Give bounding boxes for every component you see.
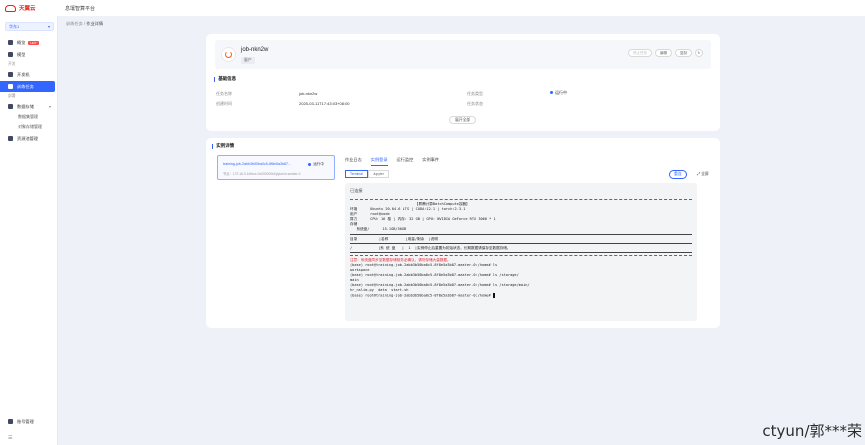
brand-name: 天翼云	[19, 6, 36, 12]
pytorch-icon	[225, 51, 232, 58]
terminal-line: 系统盘/ 15.1GB/50GB	[350, 227, 407, 232]
job-icon	[221, 47, 236, 62]
terminal-divider	[350, 251, 692, 254]
sidebar-group-deploy: 部署	[8, 93, 16, 98]
sidebar-item-label: 数据存储	[17, 103, 34, 109]
dev-machine-icon	[8, 72, 13, 77]
terminal-line: / |系 统 盘 | 1 |实例停止后重置为初始状态，长期数据请保存至数据存储。	[350, 245, 511, 250]
sidebar-item-models[interactable]: 模型	[0, 49, 57, 60]
job-tag: 量产	[241, 57, 255, 64]
sidebar: 华东1 ▾ 概览 HOT 模型 开发 开发机 训练任务 部署 数据存储 ▾ 数据…	[0, 16, 58, 445]
watermark: ctyun/郭***荣	[762, 422, 862, 440]
status-dot	[550, 91, 553, 95]
account-icon	[8, 419, 13, 424]
stop-job-button[interactable]: 停止任务	[628, 49, 652, 57]
tab-events[interactable]: 实例事件	[422, 157, 439, 166]
fullscreen-button[interactable]: ⤢ 全屏	[697, 172, 709, 177]
sidebar-item-label: 训练任务	[17, 83, 34, 89]
sidebar-item-training-jobs[interactable]: 训练任务	[0, 81, 55, 92]
instance-node: 节点：172.16.0.1/bbox-0x000000t4/pytorch-wo…	[223, 172, 301, 176]
sidebar-item-label: 概览	[17, 39, 26, 45]
breadcrumb: 训练任务 / 作业详情	[66, 21, 103, 27]
refresh-icon[interactable]: ↻	[695, 49, 703, 57]
basic-info-title: 基础信息	[214, 76, 236, 82]
sidebar-item-dev-machine[interactable]: 开发机	[0, 69, 57, 80]
terminal-tab[interactable]: Terminal	[345, 170, 368, 178]
edit-button[interactable]: 编辑	[655, 49, 672, 57]
info-value: 2025-03-11T17:43:03+08:00	[299, 101, 350, 106]
sidebar-item-account[interactable]: 账号管理	[0, 416, 58, 427]
login-mode-switch: Terminal Jupyter	[345, 170, 389, 178]
job-info-card: job-nkn2w 量产 停止任务 编辑 复制 ↻ 基础信息 任务名称 job-…	[206, 34, 720, 131]
platform-title: 息壤智算平台	[65, 5, 96, 12]
sidebar-item-datasets[interactable]: 数据集管理	[0, 112, 57, 122]
info-label: 创建时间	[216, 101, 232, 106]
chevron-down-icon: ▾	[47, 24, 50, 29]
instance-name: training-job-2abb3b50ba0c5-8f8e5a3b87...	[223, 162, 291, 166]
connection-status: 已连接	[350, 188, 363, 193]
terminal-cursor	[492, 293, 496, 298]
info-label: 任务名称	[216, 91, 232, 96]
menu-collapse-icon[interactable]: ☰	[8, 435, 12, 441]
terminal-divider	[350, 199, 692, 201]
info-value: job-nkn2w	[299, 91, 318, 96]
copy-button[interactable]: 复制	[675, 49, 692, 57]
region-selector[interactable]: 华东1 ▾	[5, 22, 54, 31]
resource-pool-icon	[8, 136, 13, 141]
status-dot	[308, 162, 312, 166]
tab-instance-login[interactable]: 实例登录	[370, 157, 388, 166]
sidebar-item-label: 开发机	[17, 71, 30, 77]
storage-icon	[8, 104, 13, 109]
model-icon	[8, 52, 13, 57]
sidebar-item-label: 模型	[17, 51, 26, 57]
breadcrumb-current: 作业详情	[86, 21, 104, 26]
terminal-divider	[350, 233, 692, 236]
terminal-divider	[350, 254, 692, 257]
region-label: 华东1	[9, 23, 20, 29]
tab-job-logs[interactable]: 作业日志	[345, 157, 362, 166]
instance-detail-title: 实例详情	[212, 143, 234, 149]
breadcrumb-separator: /	[83, 21, 86, 26]
info-label: 任务类型	[467, 91, 483, 96]
instance-status: 运行中	[308, 162, 324, 167]
sidebar-group-develop: 开发	[8, 61, 16, 66]
instance-item[interactable]: training-job-2abb3b50ba0c5-8f8e5a3b87...…	[217, 155, 335, 180]
terminal-line: 目录 |名称 |用量/剩余 |说明	[350, 236, 438, 241]
job-header: job-nkn2w 量产 停止任务 编辑 复制 ↻	[215, 40, 711, 69]
hot-badge: HOT	[28, 40, 39, 45]
sidebar-item-storage[interactable]: 数据存储 ▾	[0, 101, 57, 112]
job-name: job-nkn2w	[241, 47, 269, 53]
sidebar-item-object-storage[interactable]: 对象存储管理	[0, 122, 57, 132]
sidebar-item-label: 账号管理	[17, 418, 34, 424]
sidebar-item-resource-pool[interactable]: 资源池管理	[0, 133, 57, 144]
terminal-output: 【昇腾计算BatchCompute容器】 环境 Ubuntu 20.04.6 LT…	[350, 199, 692, 299]
info-label: 任务状态	[467, 101, 483, 106]
overview-icon	[8, 40, 13, 45]
instance-detail-card: 实例详情 training-job-2abb3b50ba0c5-8f8e5a3b…	[206, 138, 720, 328]
expand-all-button[interactable]: 展开全部	[449, 116, 477, 124]
top-bar: 天翼云 息壤智算平台	[0, 0, 865, 16]
user-icon	[8, 84, 13, 89]
status-value: 运行中	[550, 90, 567, 96]
sidebar-item-label: 资源池管理	[17, 135, 38, 141]
instance-tabs: 作业日志 实例登录 运行监控 实例事件	[345, 157, 439, 166]
terminal-line: (base) root@training-job-2abb3b50ba0c5-8…	[350, 293, 692, 298]
cloud-logo-icon	[5, 4, 16, 12]
jupyter-tab[interactable]: Jupyter	[367, 170, 389, 178]
tab-monitoring[interactable]: 运行监控	[397, 157, 414, 166]
terminal-window[interactable]: 已连接 【昇腾计算BatchCompute容器】 环境 Ubuntu 20.04.…	[345, 183, 697, 321]
breadcrumb-parent[interactable]: 训练任务	[66, 21, 83, 26]
sidebar-item-overview[interactable]: 概览 HOT	[0, 37, 57, 48]
terminal-divider	[350, 242, 692, 245]
brand-logo[interactable]: 天翼云	[0, 4, 58, 12]
chevron-down-icon: ▾	[48, 104, 51, 109]
reconnect-button[interactable]: 重连	[669, 170, 687, 179]
